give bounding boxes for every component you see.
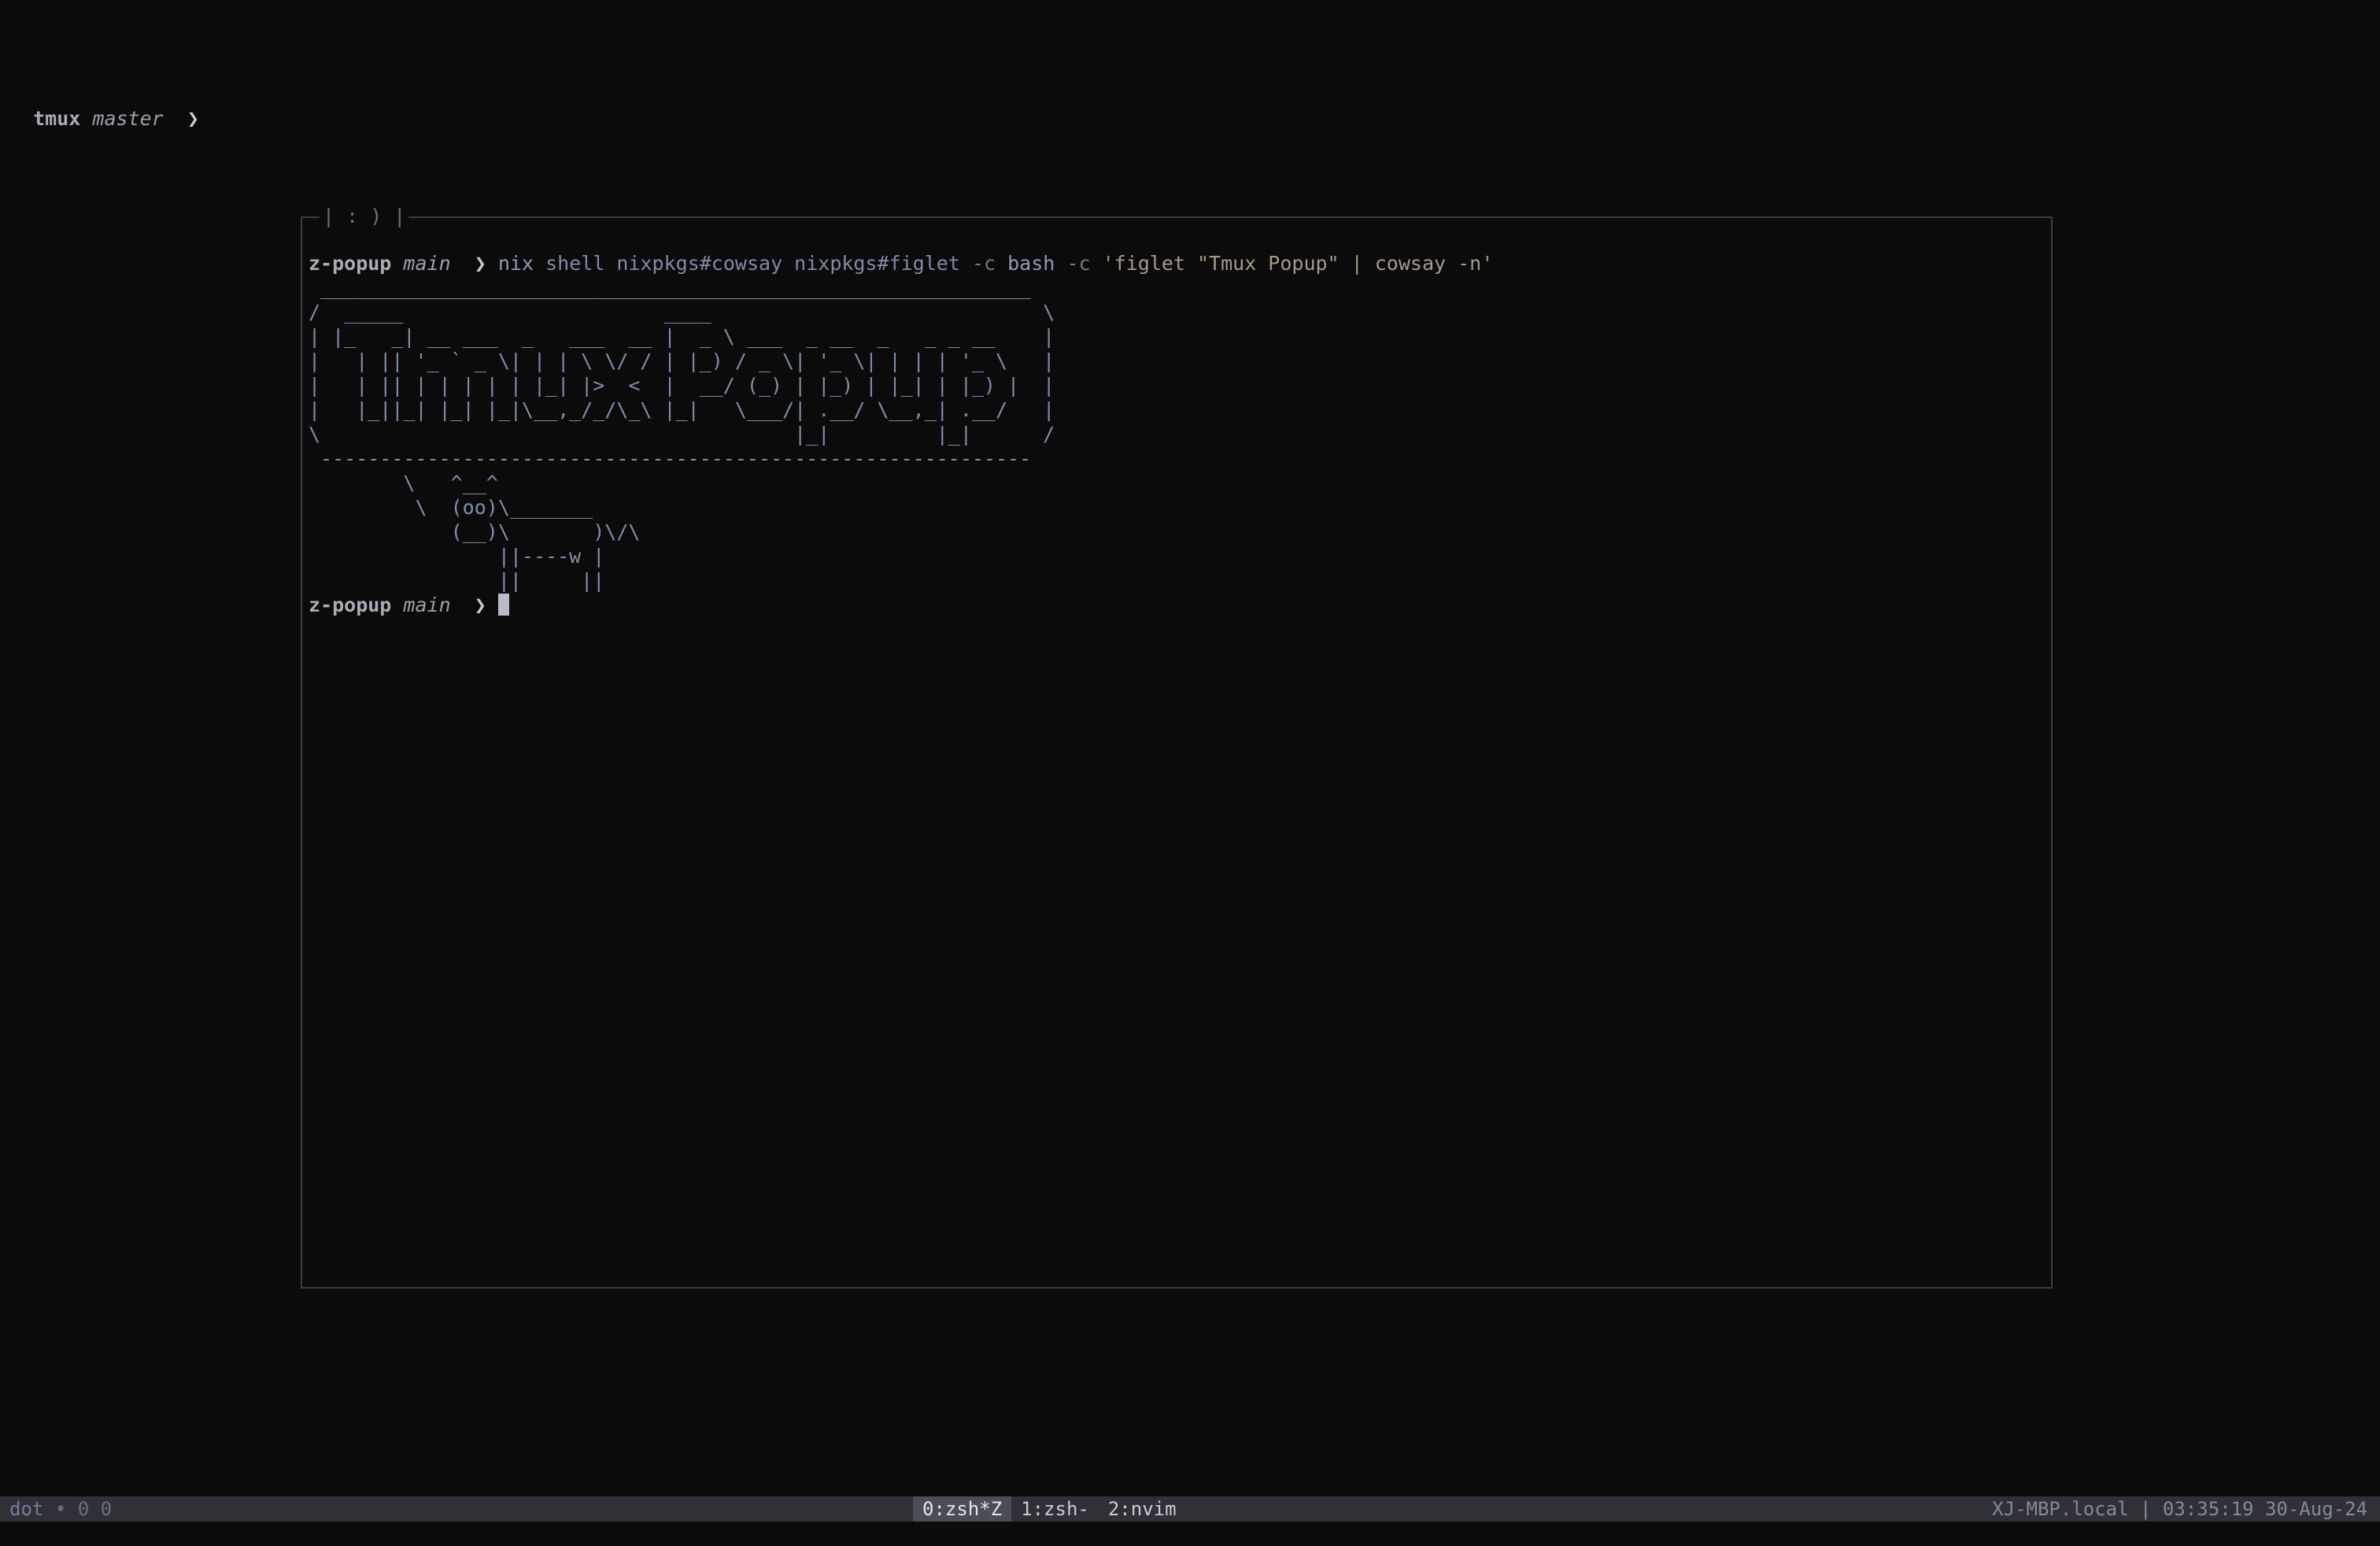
window-tab-0[interactable]: 0:zsh*Z	[913, 1496, 1012, 1522]
prompt-dir: tmux	[33, 107, 81, 130]
session-name[interactable]: dot	[9, 1498, 43, 1520]
cowsay-output: ________________________________________…	[309, 276, 1055, 592]
command-flag: -c	[971, 252, 996, 275]
prompt-chevron-icon: ❯	[187, 107, 199, 130]
statusbar-left: dot • 0 0	[9, 1496, 112, 1522]
prompt-chevron-icon: ❯	[474, 252, 486, 275]
text-cursor[interactable]	[497, 594, 509, 616]
command-string: 'figlet "Tmux Popup" | cowsay -n'	[1102, 252, 1494, 275]
statusbar-right: XJ-MBP.local | 03:35:19 30-Aug-24	[1992, 1498, 2367, 1520]
command-bash: bash	[1007, 252, 1055, 275]
background-prompt: tmux master ❯	[9, 82, 199, 130]
prompt-branch: master	[92, 107, 164, 130]
window-tab-1[interactable]: 1:zsh-	[1011, 1496, 1099, 1522]
popup-terminal[interactable]: z-popup main ❯ nix shell nixpkgs#cowsay …	[309, 251, 2045, 1281]
prompt-branch: main	[403, 252, 451, 275]
command-args: shell nixpkgs#cowsay nixpkgs#figlet	[545, 252, 960, 275]
window-tab-2[interactable]: 2:nvim	[1099, 1496, 1186, 1522]
command-name: nix	[497, 252, 534, 275]
prompt-dir: z-popup	[309, 252, 392, 275]
session-counts: 0 0	[77, 1498, 113, 1520]
prompt-dir: z-popup	[309, 594, 392, 616]
command-flag: -c	[1066, 252, 1091, 275]
prompt-chevron-icon: ❯	[474, 594, 486, 616]
separator-dot-icon: •	[54, 1498, 67, 1520]
active-prompt-line[interactable]: z-popup main ❯	[309, 593, 2045, 617]
tmux-popup[interactable]: | : ) | z-popup main ❯ nix shell nixpkgs…	[301, 204, 2053, 1289]
window-list: 0:zsh*Z 1:zsh- 2:nvim	[913, 1496, 1186, 1522]
command-line: z-popup main ❯ nix shell nixpkgs#cowsay …	[309, 251, 2045, 276]
prompt-branch: main	[403, 594, 451, 616]
tmux-statusbar: dot • 0 0 0:zsh*Z 1:zsh- 2:nvim XJ-MBP.l…	[0, 1496, 2380, 1522]
popup-title: | : ) |	[320, 204, 409, 228]
